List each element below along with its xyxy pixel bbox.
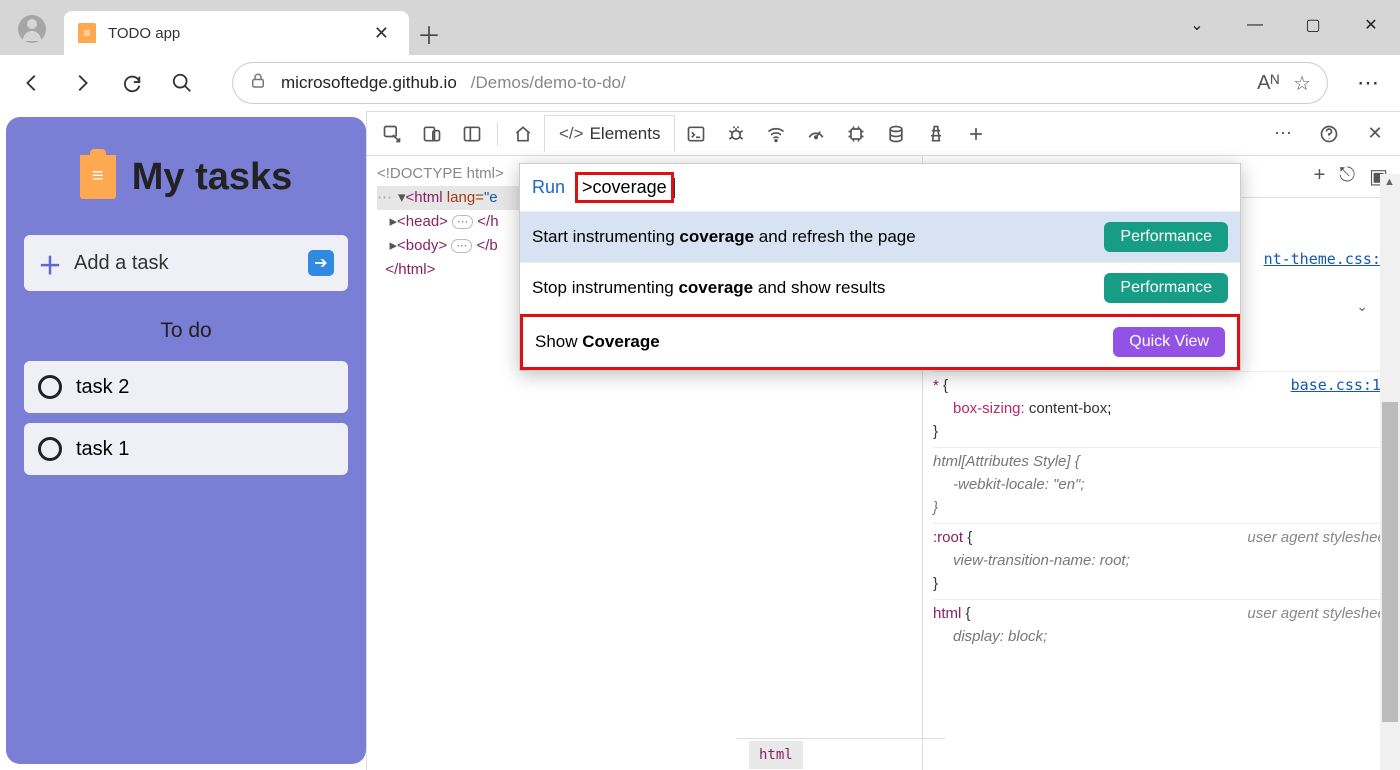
devtools-toolbar: </> Elements ⋯ ✕ [367,112,1400,156]
command-option[interactable]: Stop instrumenting coverage and show res… [520,263,1240,314]
category-badge-performance: Performance [1104,273,1228,303]
address-right-icons: Aᴺ ☆ [1257,71,1311,96]
device-toggle-icon[interactable] [413,116,451,152]
css-source-link[interactable]: nt-theme.css:1 [1264,248,1390,271]
command-input[interactable]: Run >coverage [520,164,1240,212]
app-title: My tasks [132,156,293,199]
plus-icon: ＋ [38,246,62,281]
console-icon[interactable] [677,116,715,152]
inspect-element-icon[interactable] [373,116,411,152]
memory-chip-icon[interactable] [837,116,875,152]
application-db-icon[interactable] [877,116,915,152]
scroll-up-icon[interactable]: ▲ [1384,176,1396,188]
url-path: /Demos/demo-to-do/ [471,73,626,93]
task-label: task 1 [76,438,129,461]
clipboard-icon [80,155,116,199]
scrollbar-thumb[interactable] [1382,402,1398,722]
chevron-down-icon[interactable]: ⌄ [1356,298,1368,315]
task-item[interactable]: task 1 [24,423,348,475]
panel-toggle-icon[interactable] [453,116,491,152]
refresh-button[interactable] [112,63,152,103]
browser-tab[interactable]: TODO app ✕ [64,11,409,55]
welcome-icon[interactable] [504,116,542,152]
browser-menu-button[interactable]: ⋯ [1348,63,1388,103]
help-icon[interactable] [1310,116,1348,152]
todo-app: My tasks ＋ Add a task ➔ To do task 2 tas… [6,117,366,764]
checkbox-circle-icon[interactable] [38,375,62,399]
tab-favicon-icon [78,23,96,43]
more-tabs-plus-icon[interactable] [957,116,995,152]
search-button[interactable] [162,63,202,103]
scrollbar-track[interactable]: ▲ [1380,174,1400,770]
url-field[interactable]: microsoftedge.github.io/Demos/demo-to-do… [232,62,1328,104]
elements-tab-label: Elements [590,124,661,144]
toggle-classes-icon[interactable]: ⎋ [1339,164,1355,189]
code-icon: </> [559,124,584,144]
new-tab-button[interactable]: ＋ [409,11,449,55]
minimize-button[interactable]: — [1226,16,1284,34]
task-label: task 2 [76,376,129,399]
immersive-reader-icon[interactable]: Aᴺ [1257,72,1279,95]
profile-avatar-icon[interactable] [18,15,46,43]
performance-gauge-icon[interactable] [797,116,835,152]
query-highlight: >coverage [575,172,674,203]
category-badge-quickview: Quick View [1113,327,1225,357]
category-badge-performance: Performance [1104,222,1228,252]
back-button[interactable] [12,63,52,103]
command-option[interactable]: Start instrumenting coverage and refresh… [520,212,1240,263]
maximize-button[interactable]: ▢ [1284,15,1342,35]
browser-titlebar: TODO app ✕ ＋ ⌄ — ▢ ✕ [0,0,1400,55]
devtools-close-icon[interactable]: ✕ [1356,116,1394,152]
caret-down-icon[interactable]: ⌄ [1168,15,1226,35]
tab-elements[interactable]: </> Elements [544,115,675,152]
address-bar: microsoftedge.github.io/Demos/demo-to-do… [0,55,1400,111]
tab-close-icon[interactable]: ✕ [368,21,395,46]
section-heading: To do [24,319,348,343]
checkbox-circle-icon[interactable] [38,437,62,461]
lighthouse-icon[interactable] [917,116,955,152]
add-task-label: Add a task [74,252,169,275]
forward-button[interactable] [62,63,102,103]
css-source-link[interactable]: base.css:15 [1291,374,1390,397]
window-controls: ⌄ — ▢ ✕ [1168,3,1400,47]
dom-breadcrumb[interactable]: html [737,738,922,770]
devtools-menu-icon[interactable]: ⋯ [1264,116,1302,152]
task-item[interactable]: task 2 [24,361,348,413]
app-heading: My tasks [24,155,348,199]
tab-title: TODO app [108,25,368,42]
run-label: Run [532,177,565,198]
new-style-plus-icon[interactable]: + [1314,164,1326,189]
lock-icon [249,72,267,95]
favorite-icon[interactable]: ☆ [1293,71,1311,96]
command-option-show-coverage[interactable]: Show Coverage Quick View [520,314,1240,370]
window-close-button[interactable]: ✕ [1342,15,1400,35]
network-wifi-icon[interactable] [757,116,795,152]
sources-bug-icon[interactable] [717,116,755,152]
url-host: microsoftedge.github.io [281,73,457,93]
submit-arrow-icon[interactable]: ➔ [308,250,334,276]
command-palette: Run >coverage Start instrumenting covera… [519,163,1241,371]
add-task-input[interactable]: ＋ Add a task ➔ [24,235,348,291]
